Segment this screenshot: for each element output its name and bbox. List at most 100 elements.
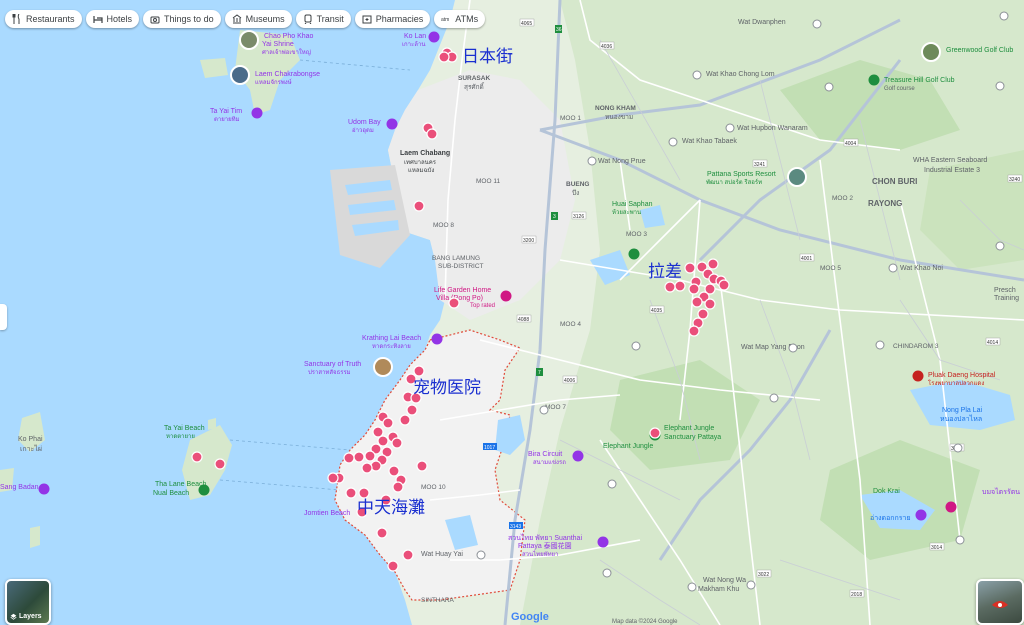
chip-transit[interactable]: Transit <box>295 10 351 28</box>
svg-text:Wat Hupbon Wanaram: Wat Hupbon Wanaram <box>737 125 808 132</box>
svg-text:7: 7 <box>538 370 541 376</box>
saved-place-pin[interactable] <box>353 451 365 463</box>
saved-place-pin[interactable] <box>406 404 418 416</box>
saved-place-pin[interactable] <box>402 549 414 561</box>
saved-place-pin[interactable] <box>343 452 355 464</box>
saved-place-pin[interactable] <box>426 128 438 140</box>
svg-text:MOO 5: MOO 5 <box>820 265 841 272</box>
svg-text:4088: 4088 <box>518 317 529 323</box>
svg-text:3200: 3200 <box>523 238 534 244</box>
svg-text:Industrial Estate 3: Industrial Estate 3 <box>924 167 980 174</box>
saved-place-pin[interactable] <box>191 451 203 463</box>
koh-small-3 <box>208 418 216 430</box>
svg-text:4001: 4001 <box>801 256 812 262</box>
saved-place-pin[interactable] <box>413 365 425 377</box>
saved-place-pin[interactable] <box>214 458 226 470</box>
saved-place-pin[interactable] <box>697 308 709 320</box>
saved-place-pin[interactable] <box>361 462 373 474</box>
side-panel-toggle[interactable] <box>0 304 7 330</box>
svg-text:3: 3 <box>553 214 556 220</box>
svg-text:Tha Lane Beach: Tha Lane Beach <box>155 481 206 488</box>
map-canvas[interactable]: SURASAK สุรศักดิ์ NONG KHAM หนองขาม BUEN… <box>0 0 1024 625</box>
saved-place-pin[interactable] <box>391 437 403 449</box>
svg-text:SURASAK: SURASAK <box>458 75 490 82</box>
svg-text:เกาะล้าน: เกาะล้าน <box>402 41 425 48</box>
svg-text:เกาะไผ่: เกาะไผ่ <box>20 444 42 453</box>
chip-museums[interactable]: Museums <box>224 10 292 28</box>
svg-text:Huai Saphan: Huai Saphan <box>612 201 653 208</box>
saved-place-pin[interactable] <box>372 426 384 438</box>
saved-place-pin[interactable] <box>382 417 394 429</box>
svg-text:Greenwood Golf Club: Greenwood Golf Club <box>946 47 1013 54</box>
layers-button[interactable]: Layers <box>5 579 51 625</box>
svg-text:3126: 3126 <box>573 214 584 220</box>
svg-text:4014: 4014 <box>987 340 998 346</box>
svg-text:Pluak Daeng Hospital: Pluak Daeng Hospital <box>928 372 996 379</box>
chip-label: Pharmacies <box>375 14 424 24</box>
svg-text:Life Garden Home: Life Garden Home <box>434 287 491 294</box>
svg-text:โรงพยาบาลปลวกแดง: โรงพยาบาลปลวกแดง <box>928 379 984 387</box>
svg-text:CHON BURI: CHON BURI <box>872 177 917 186</box>
saved-place-pin[interactable] <box>327 472 339 484</box>
svg-text:บมจไตรรัตน: บมจไตรรัตน <box>982 487 1020 496</box>
chip-pharmacies[interactable]: Pharmacies <box>354 10 431 28</box>
svg-text:MOO 2: MOO 2 <box>832 195 853 202</box>
saved-place-pin[interactable] <box>707 258 719 270</box>
atm-icon: atm <box>441 17 449 23</box>
svg-text:Ko Phai: Ko Phai <box>18 436 43 443</box>
saved-place-pin[interactable] <box>387 560 399 572</box>
svg-text:MOO 11: MOO 11 <box>476 178 500 185</box>
saved-place-pin[interactable] <box>377 435 389 447</box>
saved-place-pin[interactable] <box>448 297 460 309</box>
saved-place-pin[interactable] <box>416 460 428 472</box>
saved-place-pin[interactable] <box>345 487 357 499</box>
koh-sichang-small <box>200 58 228 78</box>
svg-text:ปราสาทสัจธรรม: ปราสาทสัจธรรม <box>308 369 351 376</box>
svg-text:ห้วยสะพาน: ห้วยสะพาน <box>612 209 641 216</box>
svg-text:Sanctuary Pattaya: Sanctuary Pattaya <box>664 434 721 441</box>
fork-knife-icon <box>12 14 20 24</box>
chip-restaurants[interactable]: Restaurants <box>5 10 82 28</box>
saved-place-pin[interactable] <box>413 200 425 212</box>
saved-place-pin[interactable] <box>364 450 376 462</box>
saved-place-pin[interactable] <box>704 298 716 310</box>
saved-place-pin[interactable] <box>688 325 700 337</box>
svg-text:NONG KHAM: NONG KHAM <box>595 105 636 112</box>
saved-place-pin[interactable] <box>392 481 404 493</box>
saved-place-pin[interactable] <box>388 465 400 477</box>
svg-text:3241: 3241 <box>754 162 765 168</box>
chip-hotels[interactable]: Hotels <box>85 10 140 28</box>
saved-place-pin[interactable] <box>664 281 676 293</box>
saved-place-pin[interactable] <box>684 262 696 274</box>
svg-text:Top rated: Top rated <box>470 303 495 309</box>
train-icon <box>304 14 312 24</box>
saved-place-pin[interactable] <box>370 460 382 472</box>
svg-text:2018: 2018 <box>851 592 862 598</box>
saved-place-pin[interactable] <box>674 280 686 292</box>
saved-place-pin[interactable] <box>358 487 370 499</box>
svg-text:Golf course: Golf course <box>884 86 915 92</box>
saved-place-pin[interactable] <box>438 51 450 63</box>
svg-text:Nual Beach: Nual Beach <box>153 490 189 497</box>
svg-text:WHA Eastern Seaboard: WHA Eastern Seaboard <box>913 157 987 164</box>
saved-place-pin[interactable] <box>691 296 703 308</box>
saved-place-pin[interactable] <box>399 414 411 426</box>
chip-atms[interactable]: atm ATMs <box>434 10 486 28</box>
svg-text:SUB-DISTRICT: SUB-DISTRICT <box>438 263 484 270</box>
svg-text:Laem Chakrabongse: Laem Chakrabongse <box>255 71 320 78</box>
saved-place-pin[interactable] <box>376 527 388 539</box>
svg-text:Wat Khao Chong Lom: Wat Khao Chong Lom <box>706 71 775 78</box>
svg-text:Ta Yai Tim: Ta Yai Tim <box>210 108 242 115</box>
svg-text:BANG LAMUNG: BANG LAMUNG <box>432 255 480 262</box>
street-view-thumbnail[interactable] <box>976 579 1024 625</box>
saved-place-pin[interactable] <box>649 427 661 439</box>
saved-place-pin[interactable] <box>718 279 730 291</box>
map-copyright: Map data ©2024 Google <box>612 618 678 625</box>
svg-text:Wat Huay Yai: Wat Huay Yai <box>421 551 463 558</box>
svg-text:RAYONG: RAYONG <box>868 199 902 208</box>
pharmacy-icon <box>362 15 372 24</box>
chip-label: Transit <box>316 14 344 24</box>
chip-things-to-do[interactable]: Things to do <box>143 10 221 28</box>
chip-label: Museums <box>245 14 285 24</box>
saved-place-pin[interactable] <box>688 283 700 295</box>
